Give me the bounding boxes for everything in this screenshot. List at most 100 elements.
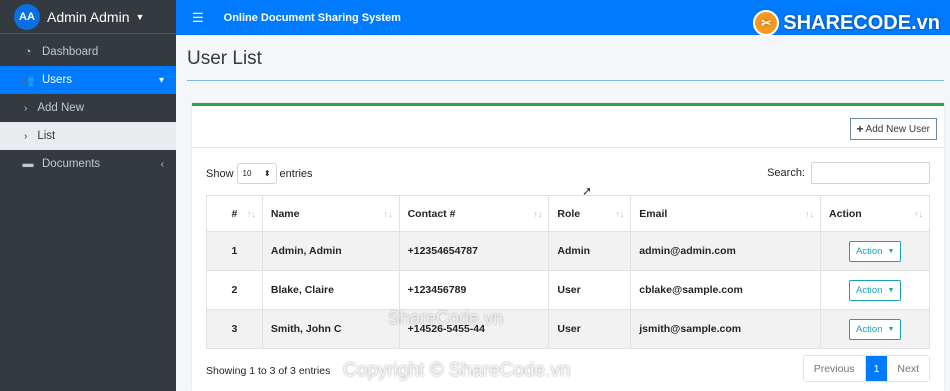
- chevron-left-icon: ‹: [160, 158, 164, 170]
- sort-icon: ↑↓: [805, 209, 815, 219]
- watermark-bottom: Copyright © ShareCode.vn: [343, 360, 571, 381]
- cell-action: Action ▼: [820, 309, 930, 349]
- header-label: Email: [639, 207, 668, 220]
- cell-contact: +123456789: [398, 270, 550, 310]
- column-header-name[interactable]: Name ↑↓: [261, 195, 400, 232]
- column-header-number[interactable]: # ↑↓: [206, 195, 263, 232]
- logo-text: SHARECODE.vn: [783, 11, 940, 34]
- header-label: Role: [557, 207, 581, 220]
- users-icon: 👥: [21, 74, 35, 87]
- sort-icon: ↑↓: [914, 209, 923, 219]
- previous-page-button[interactable]: Previous: [803, 356, 866, 381]
- entries-label: entries: [279, 167, 313, 180]
- sort-icon: ↑↓: [615, 209, 625, 219]
- action-label: Action: [856, 284, 883, 296]
- table-header-row: # ↑↓ Name ↑↓ Contact # ↑↓ Role ↑↓ Email ↑↓ Ac…: [206, 195, 930, 232]
- caret-down-icon: ▼: [887, 247, 895, 255]
- column-header-email[interactable]: Email ↑↓: [630, 195, 822, 232]
- sidebar-item-label: Documents: [42, 158, 101, 170]
- add-new-user-label: Add New User: [865, 123, 930, 135]
- pagination: Previous 1 Next: [802, 355, 930, 382]
- watermark-center: ShareCode.vn: [388, 308, 504, 328]
- menu-icon[interactable]: ☰: [192, 10, 204, 26]
- cell-number: 3: [206, 309, 263, 349]
- sidebar-item-label: List: [37, 130, 56, 142]
- divider: [192, 147, 944, 148]
- add-new-user-button[interactable]: + Add New User: [849, 118, 937, 140]
- mouse-cursor-icon: ➚: [582, 184, 593, 198]
- action-label: Action: [856, 245, 883, 257]
- avatar: AA: [14, 3, 40, 30]
- table-row: 1 Admin, Admin +12354654787 Admin admin@…: [206, 231, 930, 271]
- sidebar: AA Admin Admin ▼ ◔ Dashboard 👥 Users ▾ ›…: [0, 0, 176, 391]
- cell-email: admin@admin.com: [630, 231, 822, 271]
- sort-icon: ↑↓: [383, 209, 393, 219]
- action-label: Action: [856, 323, 883, 335]
- column-header-role[interactable]: Role ↑↓: [548, 195, 632, 232]
- user-panel[interactable]: AA Admin Admin ▼: [0, 0, 176, 34]
- sort-icon: ↑↓: [533, 209, 543, 219]
- entries-value: 10: [242, 169, 252, 178]
- caret-down-icon: ▼: [887, 325, 895, 333]
- cell-contact: +12354654787: [398, 231, 550, 271]
- caret-down-icon[interactable]: ▼: [135, 12, 144, 22]
- system-title: Online Document Sharing System: [223, 11, 401, 24]
- action-dropdown-button[interactable]: Action ▼: [849, 318, 902, 340]
- sidebar-item-users[interactable]: 👥 Users ▾: [0, 66, 176, 94]
- caret-down-icon: ▼: [887, 286, 895, 294]
- cell-number: 2: [206, 270, 263, 310]
- entries-select[interactable]: 10 ⬍: [236, 163, 277, 184]
- chevron-right-icon: ›: [24, 102, 28, 114]
- sidebar-item-dashboard[interactable]: ◔ Dashboard: [0, 38, 176, 66]
- next-page-button[interactable]: Next: [887, 356, 929, 381]
- dashboard-icon: ◔: [24, 46, 32, 58]
- action-dropdown-button[interactable]: Action ▼: [849, 240, 902, 262]
- cell-number: 1: [206, 231, 263, 271]
- action-dropdown-button[interactable]: Action ▼: [849, 279, 902, 301]
- cell-role: User: [548, 270, 632, 310]
- column-header-contact[interactable]: Contact # ↑↓: [398, 195, 550, 232]
- page-title: User List: [187, 48, 262, 69]
- user-name[interactable]: Admin Admin: [47, 9, 129, 25]
- plus-icon: +: [856, 122, 864, 136]
- sidebar-item-label: Users: [42, 74, 73, 86]
- chevron-right-icon: ›: [24, 130, 28, 142]
- header-label: Contact #: [407, 207, 456, 220]
- users-table: # ↑↓ Name ↑↓ Contact # ↑↓ Role ↑↓ Email ↑↓ Ac…: [206, 195, 930, 349]
- header-label: Name: [270, 207, 300, 220]
- search-input[interactable]: [811, 162, 930, 184]
- divider: [187, 80, 944, 81]
- sharecode-logo: ✂ SHARECODE.vn: [753, 10, 940, 36]
- cell-role: Admin: [548, 231, 632, 271]
- cell-name: Admin, Admin: [261, 231, 400, 271]
- length-control: Show 10 ⬍ entries: [206, 163, 313, 184]
- user-list-card: + Add New User Show 10 ⬍ entries Search:…: [192, 103, 944, 391]
- folder-icon: ▬: [22, 158, 34, 170]
- page-1-button[interactable]: 1: [865, 356, 888, 381]
- table-row: 2 Blake, Claire +123456789 User cblake@s…: [206, 270, 930, 310]
- updown-icon: ⬍: [263, 169, 271, 178]
- cell-email: cblake@sample.com: [630, 270, 822, 310]
- cell-action: Action ▼: [820, 231, 930, 271]
- column-header-action[interactable]: Action ↑↓: [820, 195, 930, 232]
- sidebar-item-list[interactable]: › List: [0, 122, 176, 150]
- search-control: Search:: [767, 162, 930, 184]
- search-label: Search:: [767, 167, 805, 179]
- sidebar-item-add-new[interactable]: › Add New: [0, 94, 176, 122]
- header-label: #: [231, 207, 238, 220]
- chevron-down-icon: ▾: [158, 74, 164, 86]
- cell-name: Blake, Claire: [261, 270, 400, 310]
- sidebar-item-documents[interactable]: ▬ Documents ‹: [0, 150, 176, 178]
- cell-email: jsmith@sample.com: [630, 309, 822, 349]
- table-row: 3 Smith, John C +14526-5455-44 User jsmi…: [206, 309, 930, 349]
- header-label: Action: [829, 207, 862, 220]
- show-label: Show: [206, 167, 234, 180]
- sidebar-item-label: Dashboard: [42, 46, 99, 58]
- sharecode-badge-icon: ✂: [753, 10, 780, 36]
- sidebar-item-label: Add New: [37, 102, 85, 114]
- cell-role: User: [548, 309, 632, 349]
- cell-name: Smith, John C: [261, 309, 400, 349]
- table-info: Showing 1 to 3 of 3 entries: [206, 365, 331, 377]
- cell-action: Action ▼: [820, 270, 930, 310]
- sort-icon: ↑↓: [246, 209, 256, 219]
